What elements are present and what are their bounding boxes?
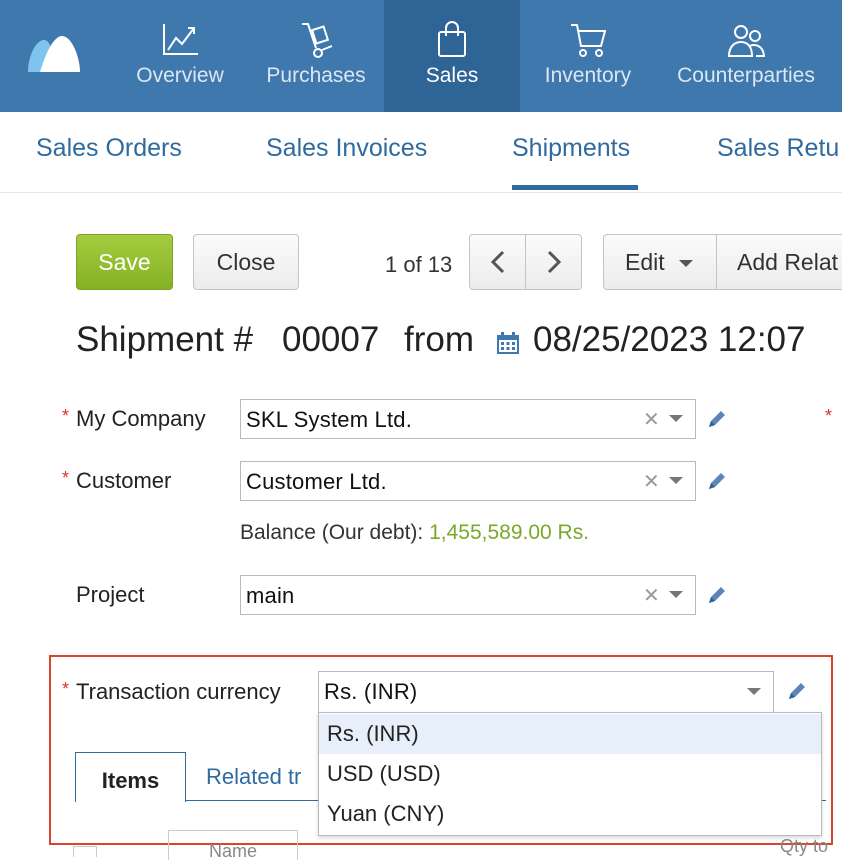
nav-inventory-label: Inventory	[544, 64, 632, 87]
customer-select[interactable]: Customer Ltd. ✕	[240, 461, 696, 501]
column-header-qty[interactable]: Qty to	[780, 836, 828, 857]
subtab-sales-returns[interactable]: Sales Retu	[717, 134, 839, 163]
shopping-bag-icon	[438, 21, 466, 57]
company-value: SKL System Ltd.	[246, 407, 413, 432]
company-label: My Company	[76, 406, 206, 431]
clear-icon[interactable]: ✕	[643, 583, 660, 608]
required-marker: *	[62, 468, 70, 488]
chevron-right-icon	[547, 250, 562, 274]
chevron-down-icon[interactable]	[669, 415, 683, 422]
nav-purchases-label: Purchases	[266, 64, 366, 87]
balance-info: Balance (Our debt): 1,455,589.00 Rs.	[240, 521, 589, 545]
tab-items[interactable]: Items	[75, 752, 186, 802]
top-navigation-bar: Overview Purchases Sales Inventory Count…	[0, 0, 842, 112]
calendar-icon[interactable]	[496, 331, 520, 355]
project-label: Project	[76, 582, 145, 607]
nav-overview-label: Overview	[136, 64, 224, 87]
currency-select[interactable]: Rs. (INR)	[318, 671, 774, 713]
required-marker: *	[62, 406, 70, 426]
app-logo-icon[interactable]	[26, 34, 82, 74]
edit-pencil-icon[interactable]	[706, 470, 728, 492]
nav-purchases[interactable]: Purchases	[248, 0, 384, 112]
hand-truck-icon	[302, 23, 333, 58]
clear-icon[interactable]: ✕	[643, 407, 660, 432]
edit-button-label: Edit	[625, 249, 665, 275]
sub-navigation: Sales Orders Sales Invoices Shipments Sa…	[0, 112, 842, 193]
chevron-down-icon[interactable]	[669, 591, 683, 598]
nav-sales[interactable]: Sales	[384, 0, 520, 112]
tab-related[interactable]: Related tr	[206, 764, 301, 790]
currency-label: Transaction currency	[76, 679, 281, 704]
add-related-button[interactable]: Add Relat	[716, 234, 842, 290]
project-value: main	[246, 583, 295, 608]
currency-option[interactable]: USD (USD)	[319, 754, 821, 794]
balance-label: Balance (Our debt):	[240, 521, 424, 544]
currency-option[interactable]: Yuan (CNY)	[319, 794, 821, 834]
doc-number[interactable]: 00007	[282, 320, 379, 360]
balance-amount: 1,455,589.00 Rs.	[429, 521, 590, 544]
customer-label: Customer	[76, 468, 172, 493]
required-marker: *	[62, 679, 70, 699]
subtab-shipments[interactable]: Shipments	[512, 134, 630, 163]
active-subtab-indicator	[512, 185, 638, 190]
company-select[interactable]: SKL System Ltd. ✕	[240, 399, 696, 439]
people-icon	[727, 25, 766, 57]
edit-pencil-icon[interactable]	[706, 584, 728, 606]
chart-line-icon	[163, 24, 198, 55]
doc-prefix: Shipment #	[76, 320, 254, 359]
caret-down-icon	[679, 260, 693, 267]
nav-counterparties[interactable]: Counterparties	[656, 0, 836, 112]
chevron-down-icon[interactable]	[669, 477, 683, 484]
doc-datetime[interactable]: 08/25/2023 12:07	[533, 320, 805, 360]
currency-value: Rs. (INR)	[324, 679, 418, 704]
nav-inventory[interactable]: Inventory	[520, 0, 656, 112]
close-button[interactable]: Close	[193, 234, 299, 290]
nav-overview[interactable]: Overview	[112, 0, 248, 112]
edit-pencil-icon[interactable]	[706, 408, 728, 430]
pager-counter: 1 of 13	[385, 252, 453, 277]
nav-counterparties-label: Counterparties	[677, 64, 815, 87]
edit-pencil-icon[interactable]	[786, 680, 808, 702]
column-header-name[interactable]: Name	[168, 830, 298, 860]
clear-icon[interactable]: ✕	[643, 469, 660, 494]
currency-option[interactable]: Rs. (INR)	[319, 714, 821, 754]
required-marker: *	[825, 406, 833, 426]
previous-button[interactable]	[469, 234, 526, 290]
customer-value: Customer Ltd.	[246, 469, 387, 494]
cart-icon	[571, 24, 607, 57]
doc-from: from	[404, 320, 474, 359]
project-select[interactable]: main ✕	[240, 575, 696, 615]
select-all-checkbox[interactable]	[73, 846, 97, 857]
chevron-left-icon	[490, 250, 505, 274]
chevron-down-icon[interactable]	[747, 688, 761, 695]
save-button[interactable]: Save	[76, 234, 173, 290]
nav-sales-label: Sales	[425, 64, 479, 87]
currency-dropdown-list: Rs. (INR) USD (USD) Yuan (CNY)	[318, 712, 822, 836]
edit-menu-button[interactable]: Edit	[603, 234, 717, 290]
next-button[interactable]	[525, 234, 582, 290]
subtab-sales-invoices[interactable]: Sales Invoices	[266, 134, 427, 163]
subtab-sales-orders[interactable]: Sales Orders	[36, 134, 182, 163]
